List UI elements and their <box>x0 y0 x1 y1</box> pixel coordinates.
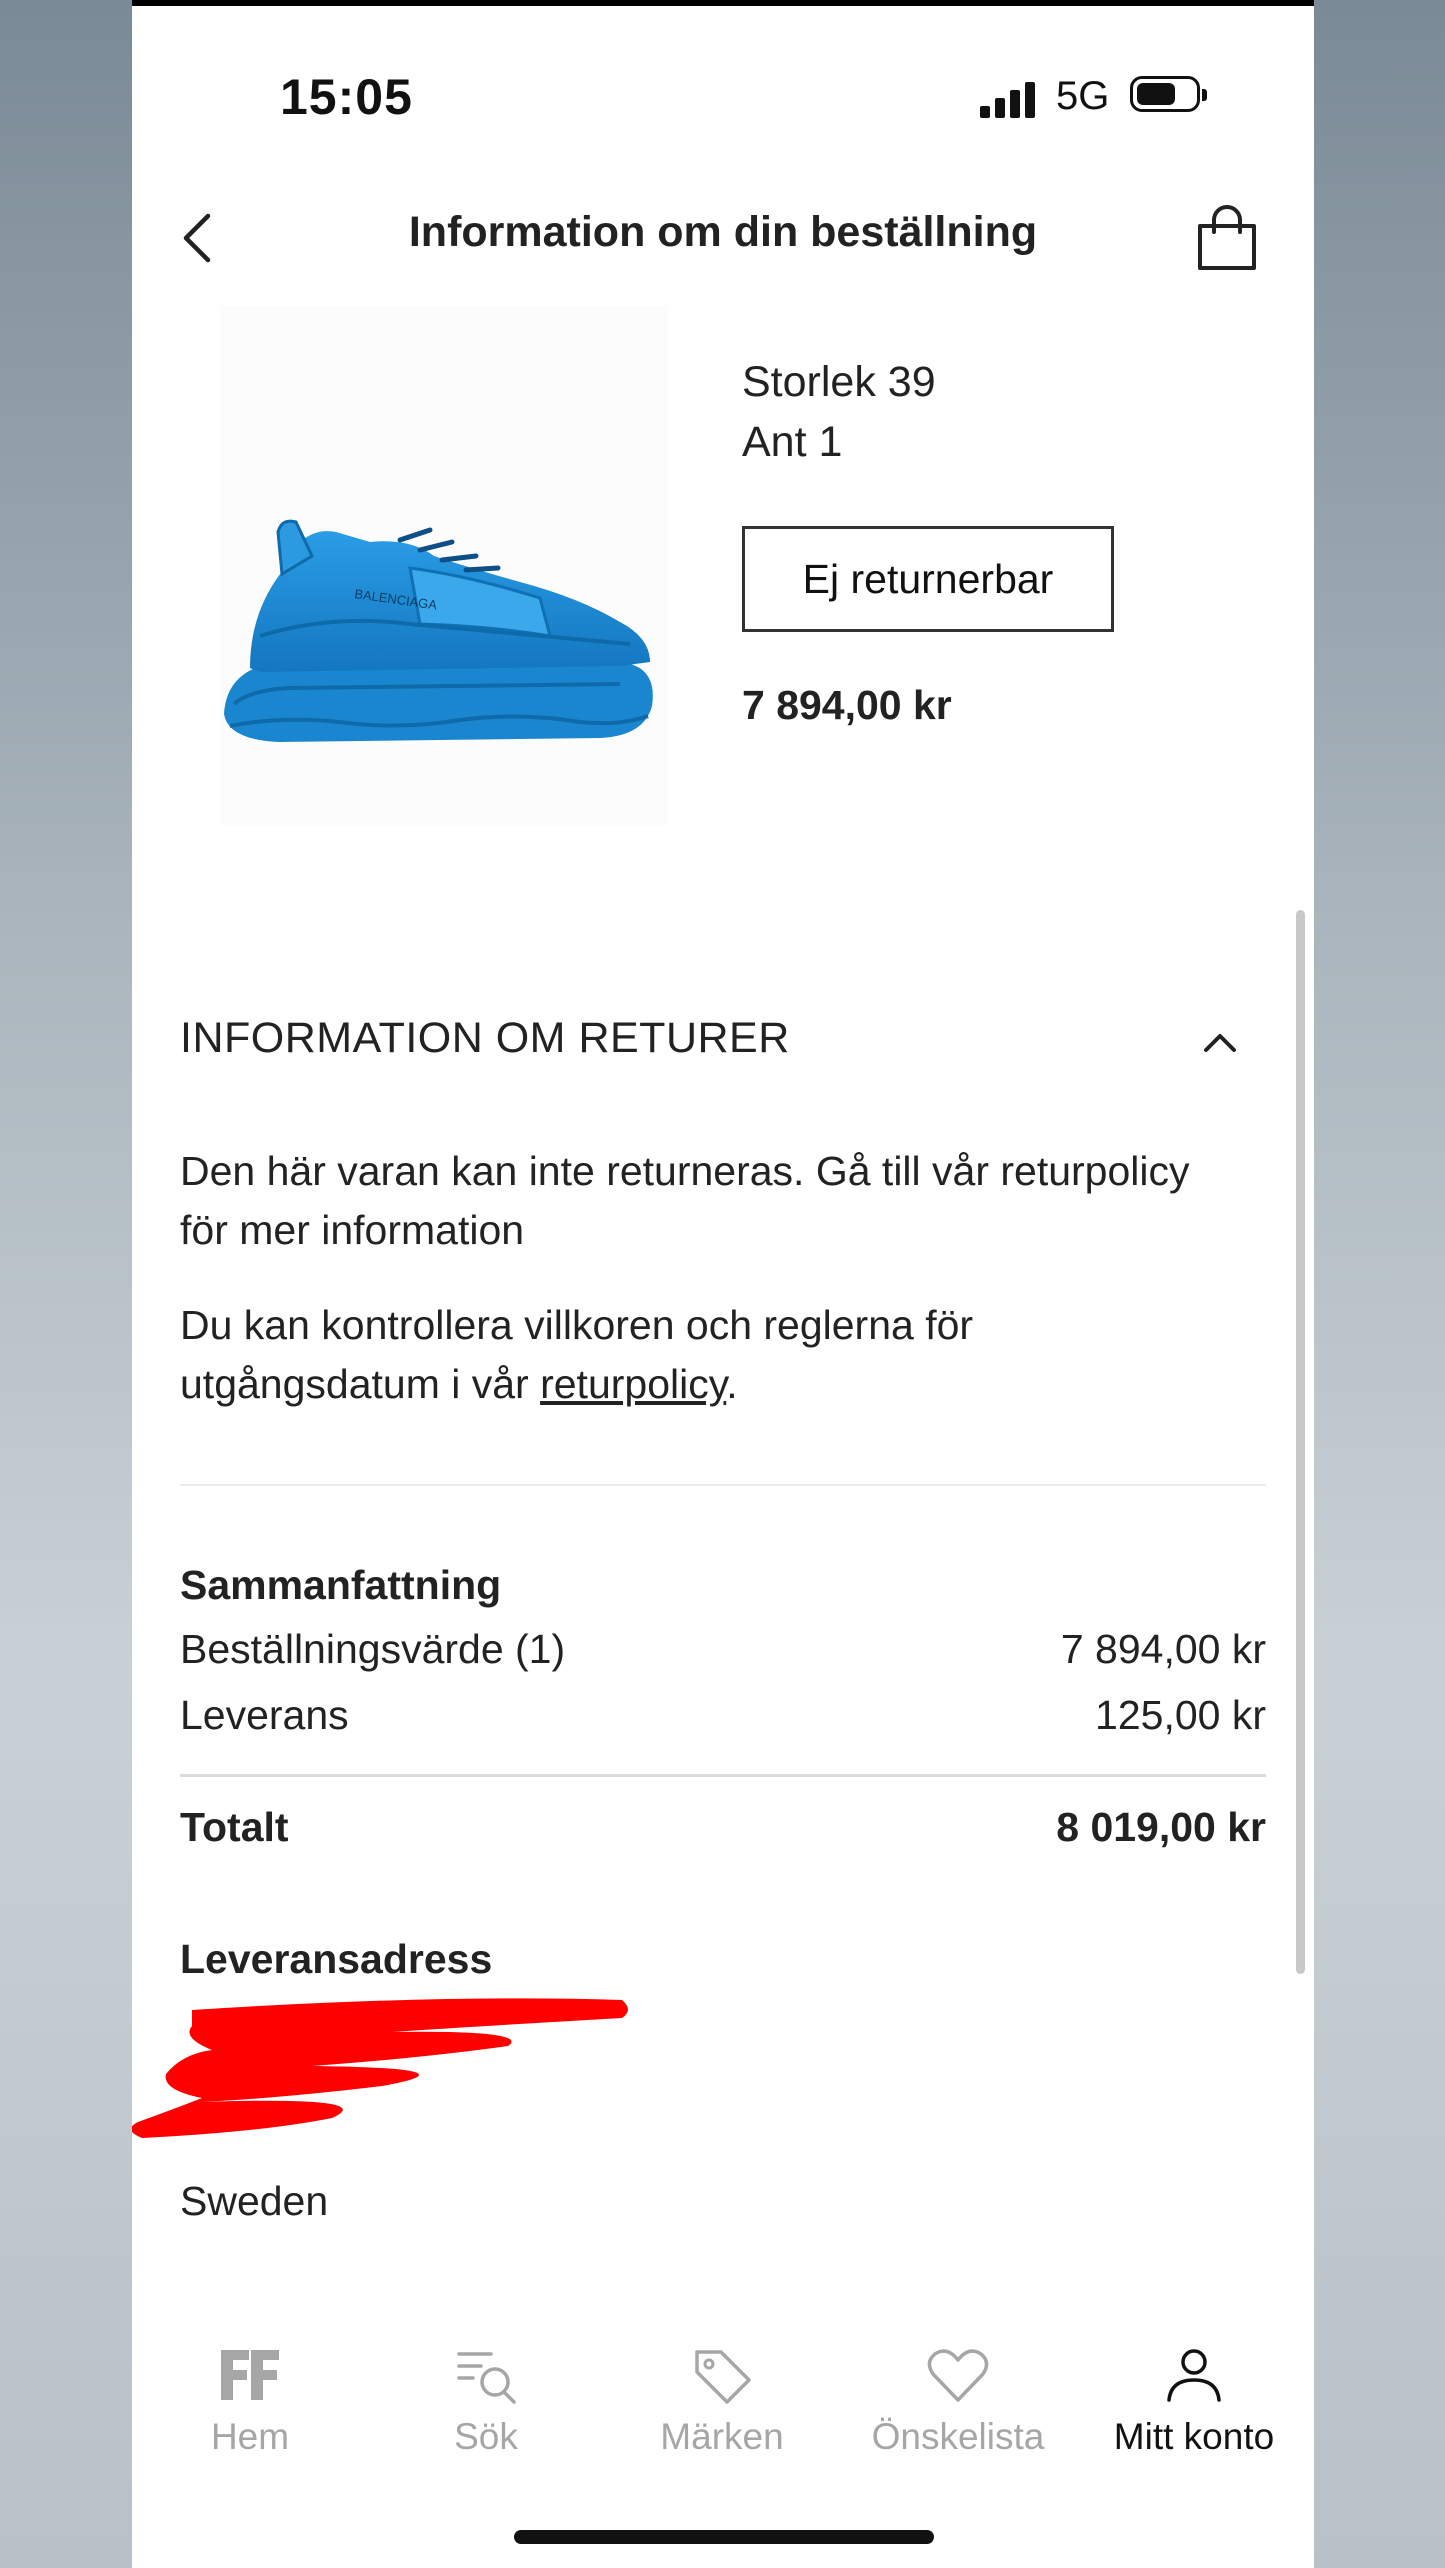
divider <box>180 1774 1266 1777</box>
returns-policy-text: Du kan kontrollera villkoren och reglern… <box>180 1296 1240 1414</box>
summary-row-value: 125,00 kr <box>1095 1692 1266 1738</box>
heart-icon <box>927 2349 989 2402</box>
tab-my-account[interactable]: Mitt konto <box>1076 2320 1312 2470</box>
product-price: 7 894,00 kr <box>742 682 952 728</box>
total-label: Totalt <box>180 1804 289 1850</box>
tab-home[interactable]: Hem <box>132 2320 368 2470</box>
tab-brands[interactable]: Märken <box>604 2320 840 2470</box>
tab-label: Önskelista <box>871 2416 1045 2457</box>
scrollbar[interactable] <box>1296 910 1305 1974</box>
total-value: 8 019,00 kr <box>1056 1804 1266 1850</box>
product-quantity: Ant 1 <box>742 418 843 466</box>
search-icon <box>457 2352 516 2404</box>
product-image[interactable]: BALENCIAGA <box>220 306 668 826</box>
battery-icon <box>1130 76 1207 112</box>
network-label: 5G <box>1056 74 1110 118</box>
status-time: 15:05 <box>280 69 413 125</box>
home-indicator[interactable] <box>514 2530 934 2544</box>
divider <box>180 1484 1266 1486</box>
tab-label: Mitt konto <box>1113 2416 1275 2457</box>
address-title: Leveransadress <box>180 1936 493 1982</box>
return-policy-link[interactable]: returpolicy <box>540 1361 726 1407</box>
page-title: Information om din beställning <box>408 208 1038 256</box>
summary-row-value: 7 894,00 kr <box>1060 1626 1266 1672</box>
app-screen: 15:05 5G Information om din beställning <box>132 0 1314 2568</box>
bottom-tab-bar: Hem Sök Märken Önskelista Mitt konto <box>132 2320 1314 2470</box>
returns-info-text: Den här varan kan inte returneras. Gå ti… <box>180 1148 1190 1253</box>
returns-policy-suffix: . <box>726 1361 738 1407</box>
signal-icon <box>980 78 1040 118</box>
tag-icon <box>695 2350 751 2404</box>
shopping-bag-icon[interactable] <box>1194 204 1260 274</box>
returns-section-title[interactable]: INFORMATION OM RETURER <box>180 1014 790 1063</box>
address-country: Sweden <box>180 2178 329 2224</box>
user-icon <box>1167 2349 1221 2402</box>
chevron-up-icon[interactable] <box>1200 1026 1240 1058</box>
tab-label: Märken <box>660 2416 784 2457</box>
tab-search[interactable]: Sök <box>368 2320 604 2470</box>
product-size: Storlek 39 <box>742 358 936 406</box>
summary-row-label: Leverans <box>180 1692 349 1738</box>
return-status-badge: Ej returnerbar <box>742 526 1114 632</box>
farfetch-logo-icon <box>221 2350 279 2400</box>
tab-wishlist[interactable]: Önskelista <box>840 2320 1076 2470</box>
summary-row-label: Beställningsvärde (1) <box>180 1626 566 1672</box>
redaction-scribble <box>132 1998 628 2138</box>
tab-label: Hem <box>210 2416 290 2457</box>
sneaker-image: BALENCIAGA <box>224 519 653 742</box>
summary-title: Sammanfattning <box>180 1562 502 1608</box>
tab-label: Sök <box>454 2416 518 2457</box>
